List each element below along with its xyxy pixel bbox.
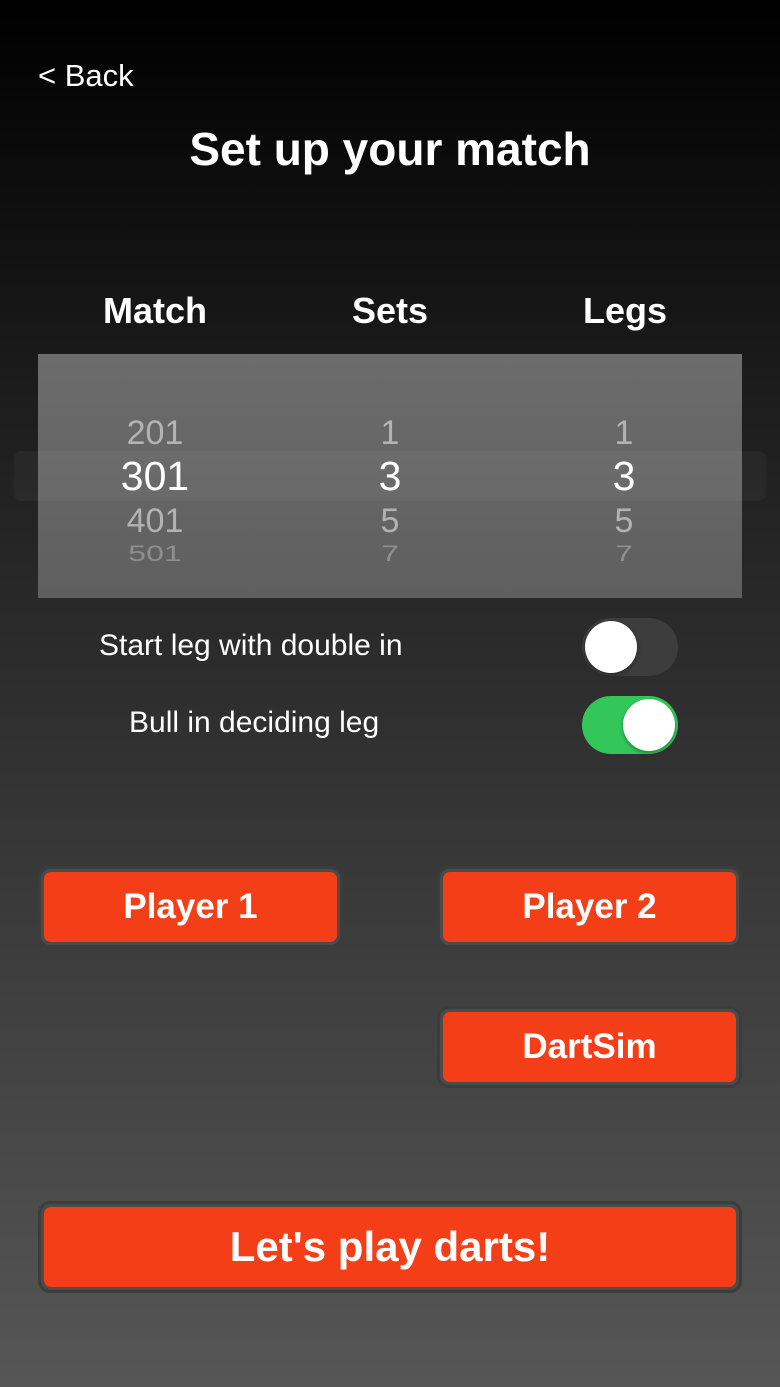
double-in-label: Start leg with double in [99, 629, 403, 662]
lets-play-button[interactable]: Let's play darts! [38, 1201, 742, 1293]
match-option[interactable]: 401 [38, 504, 272, 538]
sets-wheel[interactable]: 1 3 5 7 [273, 354, 507, 598]
player-1-label: Player 1 [44, 872, 337, 942]
sets-option[interactable]: 5 [273, 504, 507, 538]
lets-play-label: Let's play darts! [44, 1207, 736, 1287]
bull-deciding-toggle[interactable] [582, 696, 678, 754]
bull-deciding-label: Bull in deciding leg [129, 706, 380, 739]
sets-option-selected[interactable]: 3 [273, 456, 507, 497]
legs-option[interactable]: 7 [507, 542, 741, 564]
legs-option[interactable]: 1 [507, 416, 741, 450]
toggle-knob [585, 621, 637, 673]
page-title: Set up your match [189, 123, 591, 175]
legs-wheel[interactable]: 1 3 5 7 [507, 354, 741, 598]
sets-option[interactable]: 1 [273, 416, 507, 450]
dartsim-button[interactable]: DartSim [437, 1006, 742, 1088]
legs-option-selected[interactable]: 3 [507, 456, 741, 497]
match-option[interactable]: 501 [38, 542, 272, 564]
player-2-button[interactable]: Player 2 [437, 866, 742, 948]
match-option[interactable]: 201 [38, 416, 272, 450]
player-1-button[interactable]: Player 1 [38, 866, 343, 948]
sets-column-header: Sets [351, 290, 429, 331]
sets-option[interactable]: 7 [273, 542, 507, 564]
match-picker: 201 301 401 501 1 3 5 7 1 3 5 7 [38, 354, 742, 598]
toggle-knob [623, 699, 675, 751]
legs-option[interactable]: 5 [507, 504, 741, 538]
legs-column-header: Legs [582, 290, 668, 331]
player-2-label: Player 2 [443, 872, 736, 942]
back-button[interactable]: < Back [38, 58, 134, 94]
dartsim-label: DartSim [443, 1012, 736, 1082]
double-in-toggle[interactable] [582, 618, 678, 676]
match-wheel[interactable]: 201 301 401 501 [38, 354, 272, 598]
match-column-header: Match [102, 290, 207, 331]
match-option-selected[interactable]: 301 [38, 456, 272, 497]
